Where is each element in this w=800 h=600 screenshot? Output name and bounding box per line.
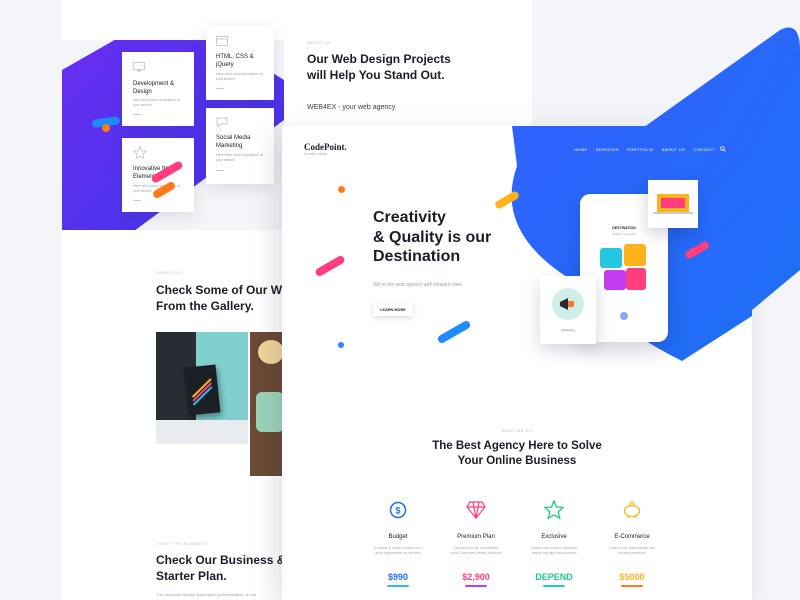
svg-text:$: $ xyxy=(395,506,400,516)
price-underline xyxy=(387,585,409,587)
service-price: $990 xyxy=(387,572,409,582)
gallery-image-mugs[interactable] xyxy=(250,332,284,476)
service-col-ecommerce[interactable]: E-Commerce Easy to use great design and … xyxy=(602,500,662,600)
card-divider xyxy=(133,200,141,201)
hero-heading: Creativity & Quality is our Destination xyxy=(373,208,491,267)
service-card-title: Social Media Marketing xyxy=(216,135,251,149)
card-divider xyxy=(216,88,224,89)
services-heading-line-1: The Best Agency Here to Solve xyxy=(432,440,602,452)
service-text: Easy to use great design and working ele… xyxy=(609,546,655,555)
service-card-social[interactable]: Social Media Marketing Here will a short… xyxy=(206,108,274,184)
services-heading-line-2: Your Online Business xyxy=(457,455,577,467)
hero-heading-line-1: Creativity xyxy=(373,209,446,226)
about-heading: Our Web Design Projects will Help You St… xyxy=(307,52,451,82)
logo-tagline: Creative studio xyxy=(304,152,328,156)
blue-swoosh-outer xyxy=(640,27,800,310)
price-underline xyxy=(543,585,565,587)
pricing-heading: Check Our Business & Starter Plan. xyxy=(156,553,286,583)
service-price: DEPEND xyxy=(535,572,573,582)
decor-dot-blue xyxy=(338,342,344,348)
mug-yellow xyxy=(258,340,284,364)
book-stripes-art xyxy=(191,378,213,406)
about-subtitle: WEB4EX - your web agency xyxy=(307,104,396,111)
services-heading: The Best Agency Here to Solve Your Onlin… xyxy=(282,439,752,469)
service-text: Compared to the competitors, more Corpor… xyxy=(450,546,502,555)
pricing-text: The corporate identity symbolizes profes… xyxy=(156,592,257,597)
gallery-eyebrow: portfolio xyxy=(156,270,184,275)
diamond-icon xyxy=(466,501,486,519)
hero-heading-line-2: & Quality is our xyxy=(373,228,492,246)
monitor-icon xyxy=(133,62,145,72)
price-underline xyxy=(621,585,643,587)
book-cover xyxy=(183,364,221,416)
service-card-text: Here will a short description of your se… xyxy=(216,153,263,162)
service-card-development[interactable]: Development & Design Here will a short d… xyxy=(122,52,194,126)
service-price: $2,900 xyxy=(462,572,490,582)
table-surface xyxy=(156,420,248,444)
service-title: Premium Plan xyxy=(457,534,495,540)
service-card-title: HTML, CSS & jQuery xyxy=(216,54,254,68)
service-title: Exclusive xyxy=(541,534,567,540)
decor-dot-orange xyxy=(102,124,110,132)
service-card-html[interactable]: HTML, CSS & jQuery Here will a short des… xyxy=(206,26,274,100)
pricing-eyebrow: start the business xyxy=(156,541,209,546)
price-underline xyxy=(465,585,487,587)
about-eyebrow: about us xyxy=(307,40,332,45)
mug-green xyxy=(256,392,284,432)
marketing-card: Marketing xyxy=(540,276,596,344)
code-window-icon xyxy=(216,36,228,46)
service-col-budget[interactable]: $ Budget A simple or cheap solution for … xyxy=(368,500,428,600)
star-outline-icon xyxy=(133,146,147,159)
dollar-cycle-icon: $ xyxy=(389,501,407,519)
service-title: E-Commerce xyxy=(614,534,650,540)
nav-home[interactable]: HOME xyxy=(574,147,588,152)
service-card-text: Here will a short description of your se… xyxy=(216,72,263,81)
piggy-bank-icon xyxy=(623,501,641,518)
service-col-premium[interactable]: Premium Plan Compared to the competitors… xyxy=(446,500,506,600)
card-divider xyxy=(216,170,224,171)
star-icon xyxy=(544,500,564,519)
decor-dot-orange xyxy=(338,186,345,193)
card-divider xyxy=(133,114,141,115)
service-text: Unique web project, exclusive design and… xyxy=(530,546,578,555)
marketing-card-caption: Marketing xyxy=(561,328,575,332)
service-card-title: Development & Design xyxy=(133,81,175,95)
service-card-text: Here will a short description of your se… xyxy=(133,98,180,107)
site-logo[interactable]: CodePoint. xyxy=(304,142,347,152)
hero-subtitle: We're the web agency with forward view xyxy=(373,282,462,288)
service-text: A simple or cheap solution for a good ap… xyxy=(373,546,423,555)
service-title: Budget xyxy=(388,534,408,540)
service-col-exclusive[interactable]: Exclusive Unique web project, exclusive … xyxy=(524,500,584,600)
learn-more-button[interactable]: LEARN MORE xyxy=(373,304,413,316)
hero-heading-line-3: Destination xyxy=(373,248,461,265)
megaphone-icon xyxy=(560,298,574,310)
gallery-image-book[interactable] xyxy=(156,332,248,444)
service-price: $5000 xyxy=(619,572,645,582)
services-eyebrow: what we do xyxy=(501,428,533,433)
chat-bubble-icon xyxy=(216,117,228,128)
